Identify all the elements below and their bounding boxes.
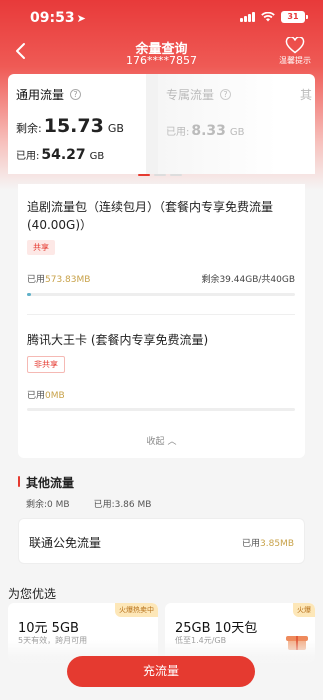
package-remain: 剩余39.44GB/共40GB — [201, 275, 295, 285]
usage-progress-bar — [27, 408, 295, 411]
tips-label: 温馨提示 — [279, 56, 311, 65]
status-time: 09:53 ➤ — [30, 10, 86, 26]
usage-progress-bar — [27, 293, 295, 296]
location-arrow-icon: ➤ — [76, 12, 86, 25]
collapse-button[interactable]: 收起 ︿ — [18, 434, 305, 447]
used-value: 0MB — [45, 391, 65, 401]
non-share-badge: 非共享 — [27, 356, 65, 373]
exclusive-used-unit: GB — [229, 127, 245, 138]
remain-unit: GB — [107, 122, 124, 135]
used-label: 已用 — [27, 275, 46, 285]
indicator-dot — [170, 174, 182, 176]
remain-label: 剩余: — [16, 122, 42, 135]
used-label: 已用 — [27, 391, 46, 401]
other-traffic-title: 其他流量 — [18, 474, 74, 491]
used-label: 已用: — [16, 151, 40, 162]
tab-general-label: 通用流量 — [16, 88, 65, 102]
share-badge: 共享 — [27, 240, 55, 255]
hot-tag: 火爆 — [293, 603, 315, 617]
collapse-label: 收起 — [146, 437, 165, 447]
used-unit: GB — [89, 151, 105, 162]
used-value: 3.85MB — [260, 539, 294, 549]
tab-divider — [146, 74, 158, 174]
indicator-dot-active — [138, 174, 150, 176]
exclusive-used-value: 8.33 — [191, 123, 226, 139]
tips-button[interactable]: 温馨提示 — [275, 37, 315, 66]
question-icon[interactable]: ? — [70, 89, 82, 100]
other-used: 已用:3.86 MB — [93, 500, 152, 510]
carousel-indicator — [138, 174, 182, 176]
package-usage: 已用0MB — [27, 388, 65, 401]
offer-name: 10元 5GB — [18, 621, 79, 636]
used-value: 54.27 — [41, 147, 86, 163]
traffic-tabs: 通用流量? 剩余: 15.73 GB 已用: 54.27 GB 专属流量? 已用: 8.3… — [8, 74, 315, 174]
signal-icon — [240, 12, 255, 22]
unicom-free-label: 联通公免流量 — [29, 536, 102, 550]
exclusive-used-label: 已用: — [166, 127, 190, 138]
package-usage: 已用573.83MB — [27, 272, 90, 285]
nav-bar: 余量查询 176****7857 温馨提示 — [0, 36, 323, 70]
recommend-title: 为您优选 — [8, 587, 57, 601]
package-title: 腾讯大王卡 (套餐内专享免费流量) — [27, 333, 209, 347]
indicator-dot — [154, 174, 166, 176]
tab-general-traffic[interactable]: 通用流量? 剩余: 15.73 GB 已用: 54.27 GB — [16, 74, 136, 174]
question-icon[interactable]: ? — [220, 89, 232, 100]
battery-icon: 31 — [281, 11, 308, 23]
recharge-traffic-button[interactable]: 充流量 — [67, 656, 255, 687]
tab-exclusive-label: 专属流量 — [166, 88, 215, 102]
status-bar: 09:53 ➤ 31 — [0, 0, 323, 36]
other-traffic-stats: 剩余:0 MB 已用:3.86 MB — [26, 497, 151, 510]
used-value: 573.83MB — [45, 275, 91, 285]
hot-tag: 火爆热卖中 — [115, 603, 158, 617]
heart-icon — [285, 37, 305, 54]
wifi-icon — [261, 12, 275, 22]
other-remain: 剩余:0 MB — [26, 500, 70, 510]
status-icons: 31 — [240, 11, 308, 23]
used-label: 已用 — [242, 539, 261, 549]
offer-name: 25GB 10天包 — [175, 621, 258, 636]
package-list: 追剧流量包（连续包月）（套餐内专享免费流量(40.00G)） 共享 已用573.… — [18, 184, 305, 458]
chevron-up-icon: ︿ — [167, 437, 177, 447]
remain-value: 15.73 — [43, 115, 104, 137]
tab-other-partial[interactable]: 其 — [300, 74, 315, 174]
tab-other-label: 其 — [300, 88, 313, 102]
unicom-free-traffic-card[interactable]: 联通公免流量 已用3.85MB — [18, 518, 305, 564]
usage-progress-fill — [27, 293, 31, 296]
package-title: 追剧流量包（连续包月）（套餐内专享免费流量(40.00G)） — [27, 200, 274, 232]
divider — [27, 314, 295, 315]
tab-exclusive-traffic[interactable]: 专属流量? 已用: 8.33 GB — [158, 74, 278, 174]
unicom-usage: 已用3.85MB — [242, 536, 294, 549]
